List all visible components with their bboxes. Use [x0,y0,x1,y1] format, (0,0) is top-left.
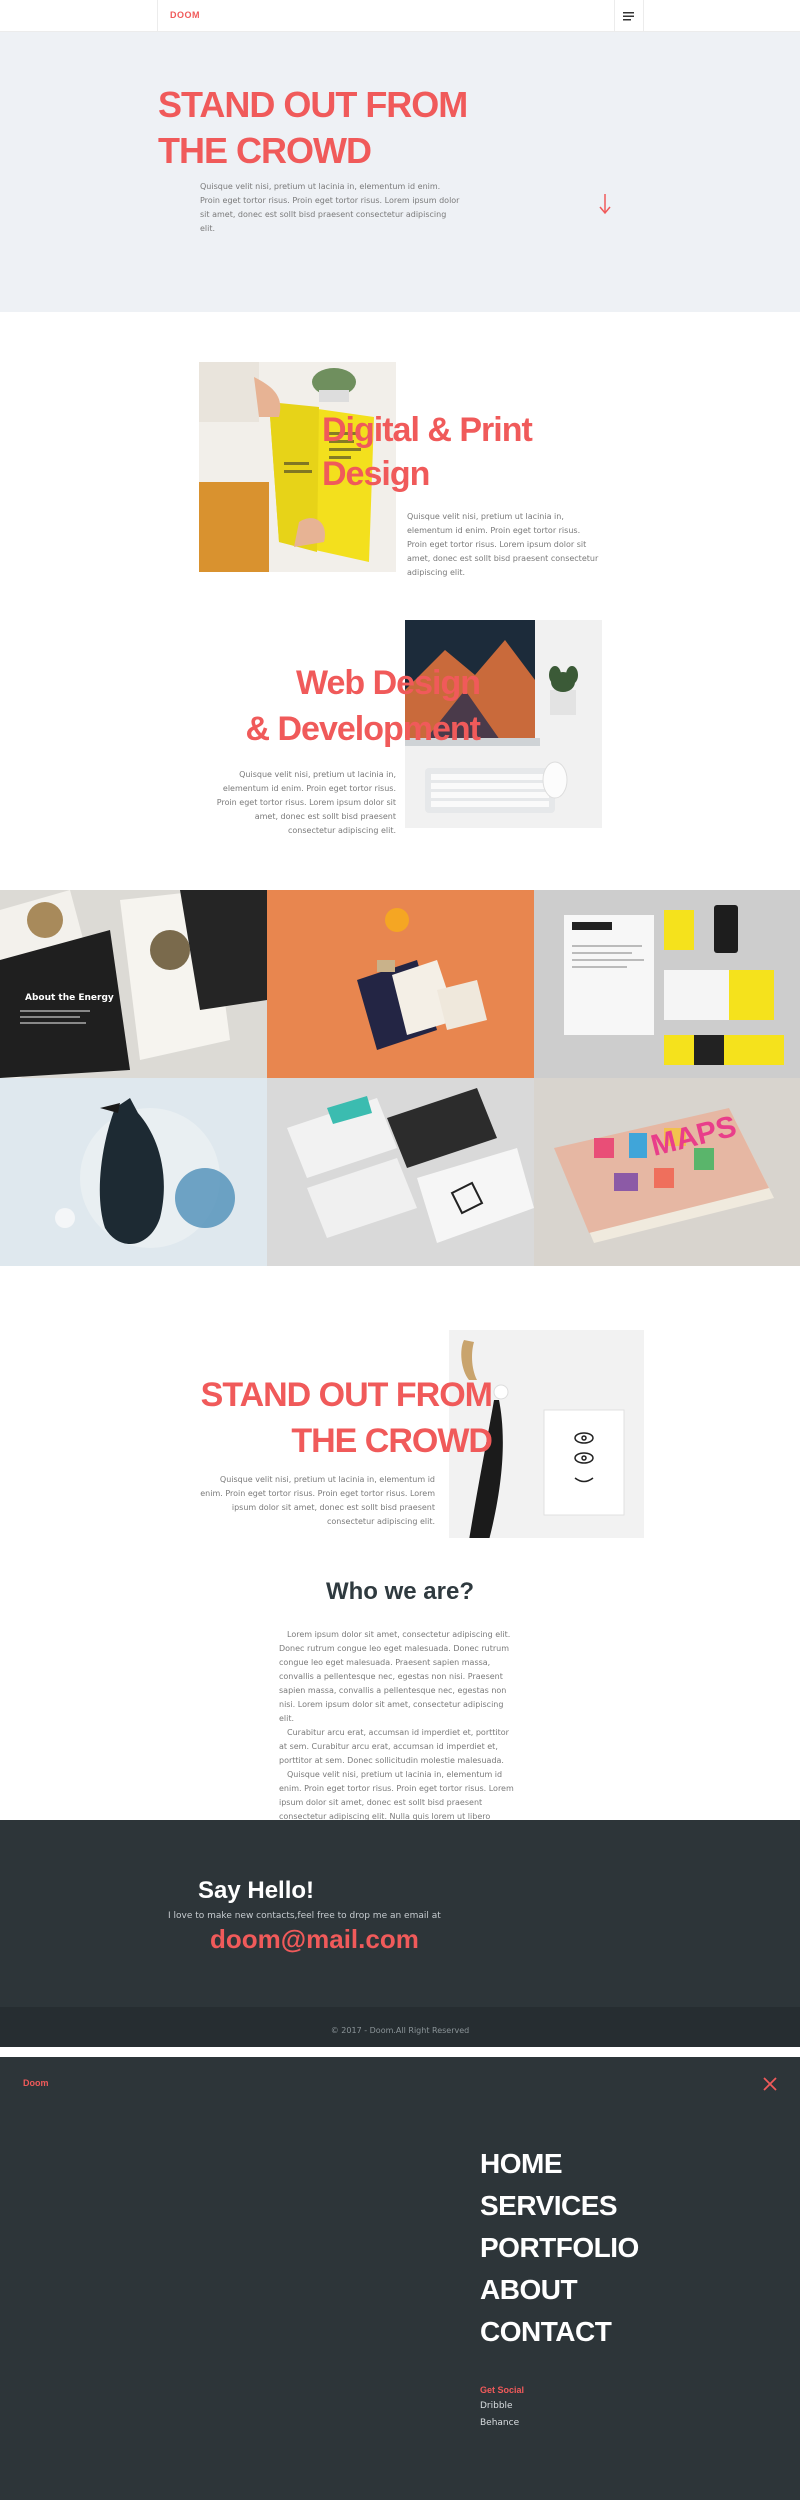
menu-item-contact[interactable]: CONTACT [480,2316,612,2348]
menu-item-services[interactable]: SERVICES [480,2190,618,2222]
arrow-down-icon[interactable] [597,190,613,230]
standout-title-line: THE CROWD [291,1422,493,1460]
standout-title-line: STAND OUT FROM [200,1376,493,1414]
standout-title: STAND OUT FROM THE CROWD [130,1372,493,1464]
overlay-brand[interactable]: Doom [23,2078,49,2088]
service-title-line: Design [322,455,430,493]
who-we-are-title: Who we are? [325,1578,475,1605]
service-title-web: Web Design & Development [150,660,482,752]
hero-title-line: STAND OUT FROM [158,84,468,125]
contact-title: Say Hello! [198,1877,315,1904]
menu-item-about[interactable]: ABOUT [480,2274,578,2306]
menu-overlay [0,2057,800,2500]
nav-divider [157,0,158,32]
social-link-behance[interactable]: Behance [480,2418,519,2428]
hamburger-menu-icon[interactable] [620,8,638,24]
contact-email-link[interactable]: doom@mail.com [210,1924,419,1955]
portfolio-tile-poster-cards[interactable]: About the Energy [0,890,267,1078]
close-icon[interactable] [762,2076,778,2092]
brand-logo[interactable]: DOOM [170,10,200,20]
who-paragraph: Curabitur arcu erat, accumsan id imperdi… [279,1728,509,1765]
service-title-line: Web Design [296,664,481,702]
social-heading: Get Social [480,2385,525,2395]
standout-text: Quisque velit nisi, pretium ut lacinia i… [200,1475,435,1526]
service-title-line: & Development [245,710,482,748]
service-title-print: Digital & Print Design [322,408,622,496]
contact-subtitle: I love to make new contacts,feel free to… [168,1911,441,1921]
hero-text: Quisque velit nisi, pretium ut lacinia i… [200,182,460,233]
hero-title: STAND OUT FROM THE CROWD [158,82,558,174]
service-text-print: Quisque velit nisi, pretium ut lacinia i… [407,512,599,577]
top-navbar: DOOM [0,0,800,32]
service-text-web: Quisque velit nisi, pretium ut lacinia i… [216,770,396,835]
svg-text:About the Energy: About the Energy [25,993,114,1003]
portfolio-tile-raven-art[interactable] [0,1078,267,1266]
hero-title-line: THE CROWD [158,130,372,171]
service-title-line: Digital & Print [322,411,533,449]
portfolio-tile-energy-branding[interactable] [534,890,800,1078]
nav-divider [614,0,615,32]
menu-item-portfolio[interactable]: PORTFOLIO [480,2232,639,2264]
nav-divider [643,0,644,32]
who-paragraph: Lorem ipsum dolor sit amet, consectetur … [279,1630,511,1723]
copyright-text: © 2017 - Doom.All Right Reserved [330,2026,470,2035]
social-link-dribble[interactable]: Dribble [480,2401,513,2411]
portfolio-tile-stationery-orange[interactable] [267,890,534,1078]
portfolio-tile-maps-books[interactable]: MAPS [534,1078,800,1266]
portfolio-tile-business-cards[interactable] [267,1078,534,1266]
menu-item-home[interactable]: HOME [480,2148,563,2180]
portfolio-grid: About the Energy MAPS [0,890,800,1266]
